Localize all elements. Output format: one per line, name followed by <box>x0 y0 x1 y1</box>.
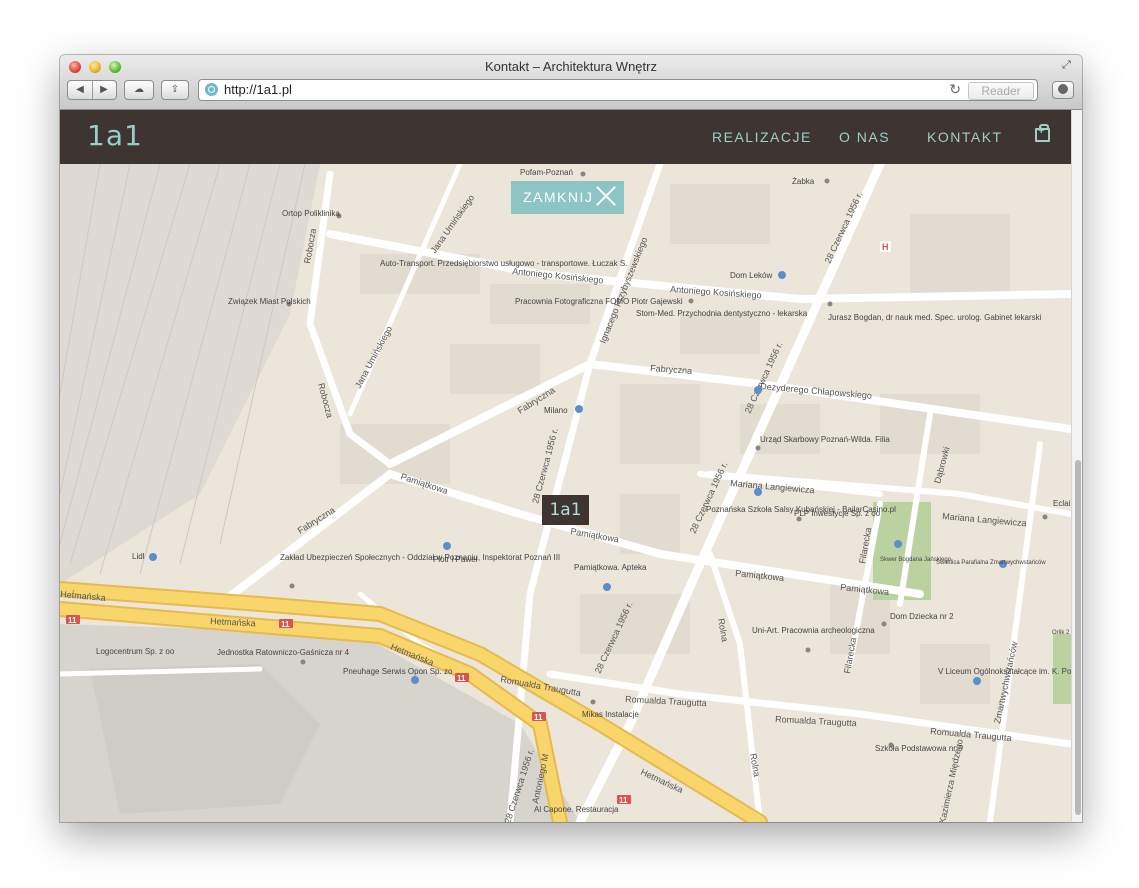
title-bar: Kontakt – Architektura Wnętrz ⤢ ◀ ▶ ☁ ⇪ h… <box>60 55 1082 110</box>
street-label: Rolna <box>748 753 762 778</box>
place-label: Żabka <box>792 177 815 186</box>
park-icon <box>894 540 902 548</box>
place-label: Uni-Art. Pracownia archeologiczna <box>752 626 875 635</box>
poi-marker <box>755 445 761 451</box>
restaurant-icon <box>575 405 583 413</box>
poi-marker <box>881 621 887 627</box>
route-badge-text: 11 <box>457 674 466 683</box>
scrollbar-thumb[interactable] <box>1075 460 1081 815</box>
page-viewport: 1a1 REALIZACJE O NAS KONTAKT + Antoniego… <box>60 110 1071 822</box>
church-icon <box>443 542 451 550</box>
place-label: Dom Leków <box>730 271 772 280</box>
place-label: Jurasz Bogdan, dr nauk med. Spec. urolog… <box>828 313 1042 322</box>
street-label: Pamiątkowa <box>570 526 620 544</box>
poi-marker <box>289 583 295 589</box>
street-label: Jana Umińskiego <box>353 324 394 390</box>
browser-window: Kontakt – Architektura Wnętrz ⤢ ◀ ▶ ☁ ⇪ h… <box>60 55 1082 822</box>
share-button[interactable]: ⇪ <box>161 80 189 100</box>
place-label: Pracownia Fotograficzna FOMO Piotr Gajew… <box>515 297 683 306</box>
place-label: Pneuhage Serwis Opon Sp. zo <box>343 667 453 676</box>
place-label: Urząd Skarbowy Poznań-Wilda. Filia <box>760 435 890 444</box>
street-label: Antoniego Kosińskiego <box>670 284 762 300</box>
place-label: Pamiątkowa. Apteka <box>574 563 647 572</box>
downloads-button[interactable] <box>1052 81 1074 99</box>
poi-marker <box>590 699 596 705</box>
close-map-label: ZAMKNIJ <box>523 189 594 205</box>
poi-marker <box>805 647 811 653</box>
office-location-marker[interactable]: 1a1 <box>542 495 589 525</box>
nav-realizacje[interactable]: REALIZACJE <box>712 129 812 145</box>
school-icon <box>754 488 762 496</box>
reader-button[interactable]: Reader <box>968 82 1034 100</box>
street-label: Romualda Traugutta <box>775 714 857 728</box>
shopping-bag-icon[interactable] <box>1035 124 1050 142</box>
poi-marker <box>580 171 586 177</box>
place-label: Dom Dziecka nr 2 <box>890 612 954 621</box>
place-label: Piotr i Paweł <box>433 555 478 564</box>
nav-kontakt[interactable]: KONTAKT <box>927 129 1003 145</box>
street-label: Mariana Langiewicza <box>942 511 1027 528</box>
poi-marker <box>824 178 830 184</box>
share-icon: ⇪ <box>170 84 180 95</box>
place-label: PLP Inwestycje Sp. z oo <box>794 509 881 518</box>
place-label: Świetlica Parafialna Zmartwychwstańców <box>936 558 1046 566</box>
nav-o-nas[interactable]: O NAS <box>839 129 890 145</box>
pharmacy-icon <box>603 583 611 591</box>
place-label: Al Capone. Restauracja <box>534 805 619 814</box>
back-button[interactable]: ◀ <box>68 81 92 99</box>
place-label: Ortop Poliklinika <box>282 209 340 218</box>
place-label: Stom-Med. Przychodnia dentystyczno - lek… <box>636 309 808 318</box>
bank-icon <box>754 386 762 394</box>
site-favicon-icon <box>205 83 218 96</box>
address-bar[interactable]: http://1a1.pl ↻ Reader <box>198 79 1038 101</box>
place-label: Auto-Transport. Przedsiębiorstwo usługow… <box>380 259 627 268</box>
route-badge-text: 11 <box>619 796 628 805</box>
poi-marker <box>688 298 694 304</box>
close-icon <box>596 186 616 206</box>
route-badge-text: 11 <box>534 713 543 722</box>
poi-marker <box>300 659 306 665</box>
poi-marker <box>827 301 833 307</box>
window-title: Kontakt – Architektura Wnętrz <box>485 59 657 74</box>
place-label: Milano <box>544 406 568 415</box>
service-icon <box>411 676 419 684</box>
forward-button[interactable]: ▶ <box>92 81 116 99</box>
place-label: Szkoła Podstawowa nr 5 <box>875 744 963 753</box>
place-label: Logocentrum Sp. z oo <box>96 647 175 656</box>
shop-icon <box>149 553 157 561</box>
place-label: Pofam-Poznań <box>520 168 573 177</box>
place-label: Związek Miast Polskich <box>228 297 311 306</box>
close-map-button[interactable]: ZAMKNIJ <box>511 181 624 214</box>
street-label: Ignacego Przybyszewskiego <box>598 236 650 345</box>
site-header: 1a1 REALIZACJE O NAS KONTAKT <box>60 110 1071 164</box>
street-label: Rolna <box>716 618 730 643</box>
icloud-tabs-button[interactable]: ☁ <box>124 80 154 100</box>
school-icon <box>973 677 981 685</box>
map[interactable]: Antoniego Kosińskiego Antoniego Kosiński… <box>60 164 1071 822</box>
fullscreen-icon[interactable]: ⤢ <box>1062 59 1074 71</box>
street-label: Antoniego Kosińskiego <box>512 266 604 286</box>
place-label: Lidl <box>132 552 145 561</box>
place-label: V Liceum Ogólnokształcące im. K. Potocki… <box>938 667 1071 676</box>
pharmacy-icon <box>778 271 786 279</box>
place-label: Zakład Ubezpieczeń Społecznych - Oddział… <box>280 553 560 562</box>
url-text[interactable]: http://1a1.pl <box>224 82 292 97</box>
place-label: Mikas Instalacje <box>582 710 639 719</box>
place-label: Eclai Studi <box>1053 499 1071 508</box>
place-label: Jednostka Ratowniczo-Gaśnicza nr 4 <box>217 648 350 657</box>
map-canvas[interactable]: Antoniego Kosińskiego Antoniego Kosiński… <box>60 164 1071 822</box>
route-badge-text: 11 <box>68 616 77 625</box>
hospital-icon-text: H <box>882 242 889 252</box>
vertical-scrollbar[interactable] <box>1071 110 1082 822</box>
poi-marker <box>1042 514 1048 520</box>
place-label: Orlik 2 <box>1052 630 1070 636</box>
cloud-icon: ☁ <box>134 84 144 95</box>
reload-icon[interactable]: ↻ <box>949 81 961 98</box>
back-forward-buttons: ◀ ▶ <box>67 80 117 100</box>
site-logo[interactable]: 1a1 <box>87 122 143 150</box>
route-badge-text: 11 <box>281 620 290 629</box>
railway-area <box>60 164 320 584</box>
